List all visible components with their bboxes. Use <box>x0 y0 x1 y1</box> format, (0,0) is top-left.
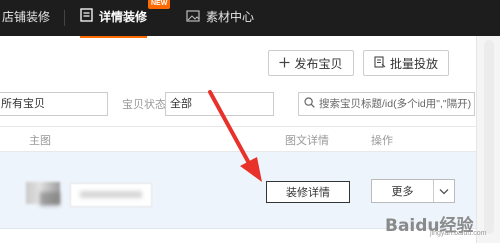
tab-label: 店铺装修 <box>2 10 51 24</box>
new-badge: NEW <box>148 0 171 9</box>
column-actions: 操作 <box>371 135 393 147</box>
table-header: 主图 图文详情 操作 <box>0 126 476 152</box>
status-select[interactable]: 全部 <box>165 92 274 116</box>
plus-icon <box>279 56 290 71</box>
status-label: 宝贝状态 <box>122 99 166 111</box>
column-main-image: 主图 <box>29 135 51 147</box>
document-icon <box>80 1 93 35</box>
decorate-detail-button[interactable]: 装修详情 <box>266 181 350 203</box>
product-title-text-blurred <box>80 191 142 198</box>
more-actions-button[interactable]: 更多 <box>371 179 455 203</box>
tab-label: 详情装修 <box>99 10 148 24</box>
vertical-scrollbar[interactable] <box>476 36 500 243</box>
decorate-label: 装修详情 <box>286 187 330 199</box>
category-select[interactable]: 所有宝贝 <box>0 92 108 116</box>
batch-list-icon <box>374 55 386 71</box>
publish-item-button[interactable]: 发布宝贝 <box>268 50 354 76</box>
tab-shop-decoration[interactable]: 店铺装修 <box>2 0 50 36</box>
batch-label: 批量投放 <box>389 56 438 71</box>
scrollbar-thumb[interactable] <box>484 40 494 234</box>
product-thumbnail-shadow <box>40 192 60 206</box>
tab-label: 素材中心 <box>206 10 255 24</box>
batch-deploy-button[interactable]: 批量投放 <box>363 50 449 76</box>
top-nav: 店铺装修 详情装修 NEW 素材中心 <box>0 0 500 38</box>
column-detail: 图文详情 <box>285 135 329 147</box>
tab-asset-center[interactable]: 素材中心 <box>186 0 254 36</box>
more-label: 更多 <box>372 180 434 202</box>
publish-label: 发布宝贝 <box>294 56 343 71</box>
search-input[interactable] <box>315 98 474 110</box>
nav-divider <box>64 10 65 26</box>
tab-detail-decoration[interactable]: 详情装修 <box>80 0 148 38</box>
search-icon <box>304 97 315 111</box>
chevron-down-icon[interactable] <box>434 180 454 202</box>
image-folder-icon <box>186 1 200 35</box>
search-box[interactable] <box>298 92 475 116</box>
watermark-url: jingyan.baidu.com <box>430 230 487 237</box>
